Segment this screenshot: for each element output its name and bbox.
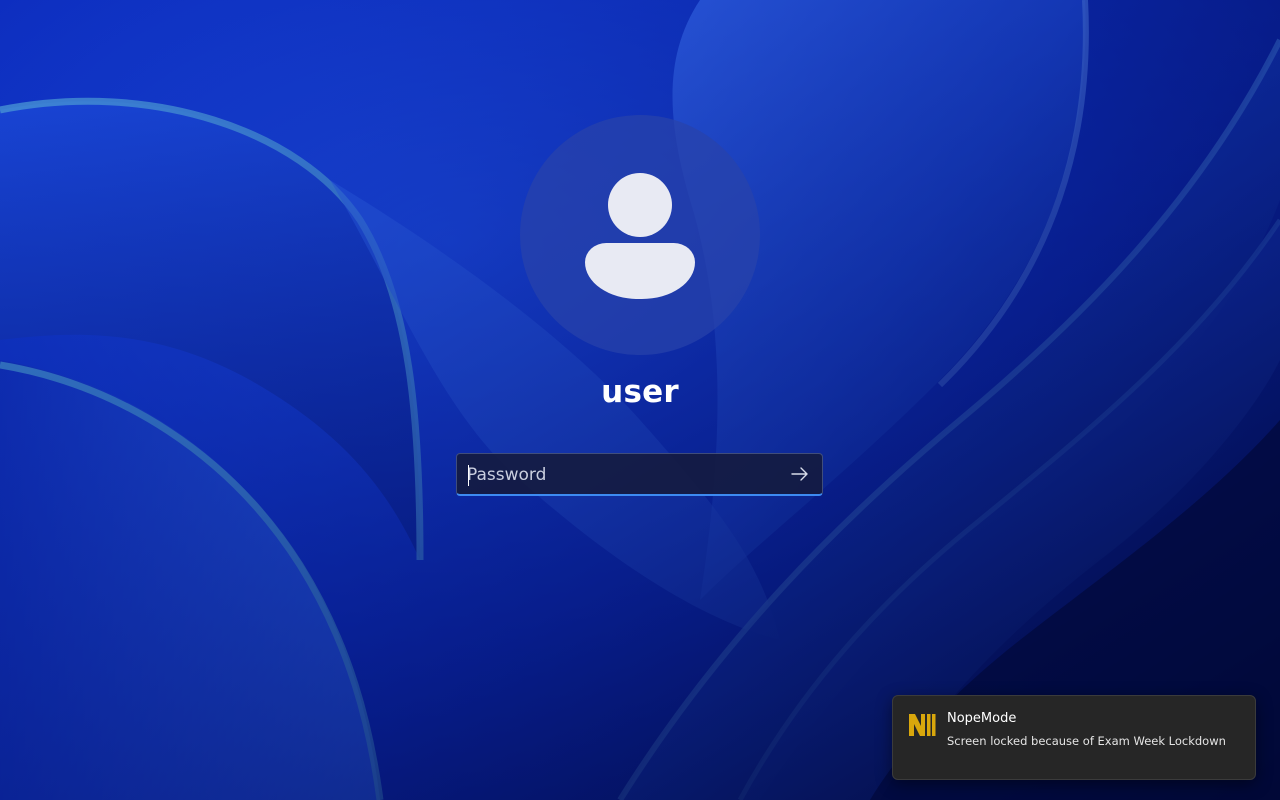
notification-app-name: NopeMode [947, 711, 1017, 726]
text-caret [468, 465, 469, 486]
arrow-right-icon [791, 467, 808, 481]
lock-screen: user NopeMode Screen locked because of E… [0, 0, 1280, 800]
username-label: user [601, 374, 679, 410]
submit-password-button[interactable] [786, 461, 814, 487]
person-icon-body [585, 243, 695, 299]
password-field[interactable] [456, 453, 823, 496]
notification-message: Screen locked because of Exam Week Lockd… [947, 734, 1226, 748]
password-input[interactable] [467, 460, 777, 490]
notification-toast[interactable]: NopeMode Screen locked because of Exam W… [892, 695, 1256, 780]
nopemode-logo-icon [909, 714, 936, 736]
person-icon-head [608, 173, 672, 237]
user-avatar [520, 115, 760, 355]
